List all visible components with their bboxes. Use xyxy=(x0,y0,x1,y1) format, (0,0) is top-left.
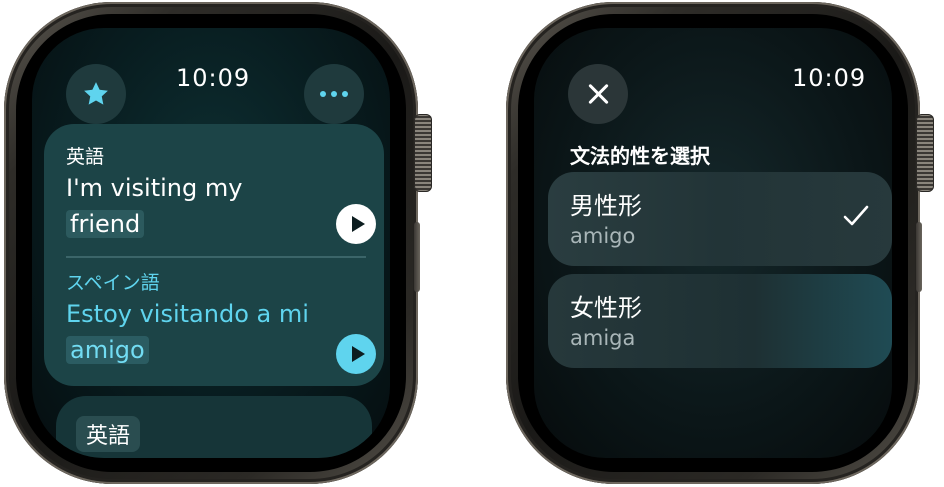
target-text: Estoy visitando a mi amigo xyxy=(66,300,309,364)
option-label: 女性形 xyxy=(570,294,642,322)
ellipsis-icon xyxy=(320,91,348,97)
digital-crown[interactable] xyxy=(916,114,934,192)
watch-right: 10:09 文法的性を選択 男性形 amigo 女性形 amiga xyxy=(506,2,934,484)
side-button[interactable] xyxy=(414,222,420,292)
digital-crown[interactable] xyxy=(414,114,432,192)
star-icon xyxy=(84,82,108,105)
watch-left: 10:09 英語 I'm visiting my friend スペイン語 Es… xyxy=(4,2,432,484)
target-language-label: スペイン語 xyxy=(66,272,160,294)
source-text: I'm visiting my friend xyxy=(66,174,243,238)
option-feminine[interactable]: 女性形 amiga xyxy=(548,274,892,368)
close-icon xyxy=(587,83,609,105)
clock-time: 10:09 xyxy=(176,64,251,92)
option-masculine[interactable]: 男性形 amigo xyxy=(548,172,892,266)
option-word: amiga xyxy=(570,326,636,350)
translation-card: 英語 I'm visiting my friend スペイン語 Estoy vi… xyxy=(44,124,384,386)
highlighted-word-target[interactable]: amigo xyxy=(66,336,149,364)
highlighted-word-source[interactable]: friend xyxy=(66,210,145,238)
language-chip: 英語 xyxy=(76,416,141,452)
play-icon xyxy=(351,346,365,362)
more-options-button[interactable] xyxy=(304,64,364,124)
gender-select-screen: 10:09 文法的性を選択 男性形 amigo 女性形 amiga xyxy=(534,28,892,458)
play-target-button[interactable] xyxy=(336,334,376,374)
translate-screen: 10:09 英語 I'm visiting my friend スペイン語 Es… xyxy=(32,28,390,458)
favorite-button[interactable] xyxy=(66,64,126,124)
side-button[interactable] xyxy=(916,222,922,292)
option-word: amigo xyxy=(570,224,636,248)
clock-time: 10:09 xyxy=(792,64,867,92)
option-label: 男性形 xyxy=(570,192,642,220)
play-source-button[interactable] xyxy=(336,204,376,244)
divider xyxy=(66,256,366,258)
play-icon xyxy=(351,216,365,232)
close-button[interactable] xyxy=(568,64,628,124)
section-title: 文法的性を選択 xyxy=(570,144,710,168)
next-translation-card[interactable]: 英語 xyxy=(56,396,372,458)
source-language-label: 英語 xyxy=(66,146,105,168)
checkmark-icon xyxy=(843,205,869,226)
